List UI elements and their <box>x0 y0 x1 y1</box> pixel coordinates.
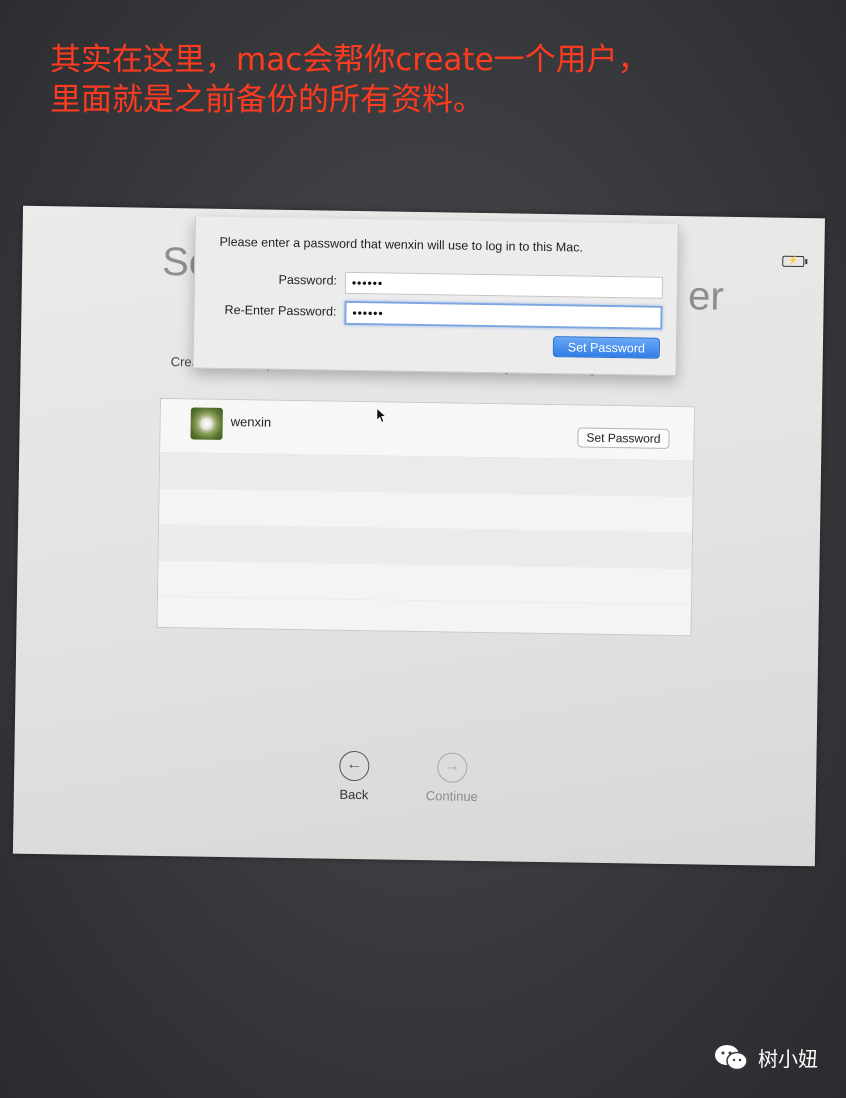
window-title-fragment-right: er <box>687 274 725 319</box>
reenter-password-field[interactable]: •••••• <box>344 300 663 330</box>
row-set-password-button[interactable]: Set Password <box>577 427 670 449</box>
back-label: Back <box>339 786 369 803</box>
user-list: wenxin Set Password <box>156 397 696 637</box>
continue-arrow-icon[interactable]: → <box>437 752 468 783</box>
continue-label: Continue <box>425 788 478 804</box>
set-password-button[interactable]: Set Password <box>552 336 661 359</box>
watermark-text: 树小妞 <box>758 1047 818 1071</box>
continue-button[interactable]: → Continue <box>412 752 493 804</box>
reenter-password-label: Re-Enter Password: <box>224 302 337 319</box>
mouse-pointer-icon <box>376 407 386 423</box>
annotation-line-2: 里面就是之前备份的所有资料。 <box>50 82 484 118</box>
wechat-icon <box>715 1044 748 1070</box>
user-name: wenxin <box>230 414 272 430</box>
password-label: Password: <box>278 272 338 288</box>
back-button[interactable]: ← Back <box>314 750 395 802</box>
watermark: 树小妞 <box>714 1043 818 1072</box>
password-field[interactable]: •••••• <box>344 271 664 299</box>
user-avatar <box>190 407 223 440</box>
annotation-text: 其实在这里，mac会帮你create一个用户， 里面就是之前备份的所有资料。 <box>50 40 649 120</box>
sheet-prompt: Please enter a password that wenxin will… <box>219 234 583 255</box>
annotation-line-1: 其实在这里，mac会帮你create一个用户， <box>50 42 649 78</box>
user-row[interactable]: wenxin Set Password <box>160 398 694 462</box>
battery-charging-icon: ⚡ <box>782 255 805 268</box>
password-sheet: Please enter a password that wenxin will… <box>192 216 679 377</box>
empty-list-row <box>157 560 692 606</box>
back-arrow-icon[interactable]: ← <box>339 750 370 782</box>
migration-assistant-window: ⚡ Se er Create a secure password for eac… <box>12 205 825 867</box>
